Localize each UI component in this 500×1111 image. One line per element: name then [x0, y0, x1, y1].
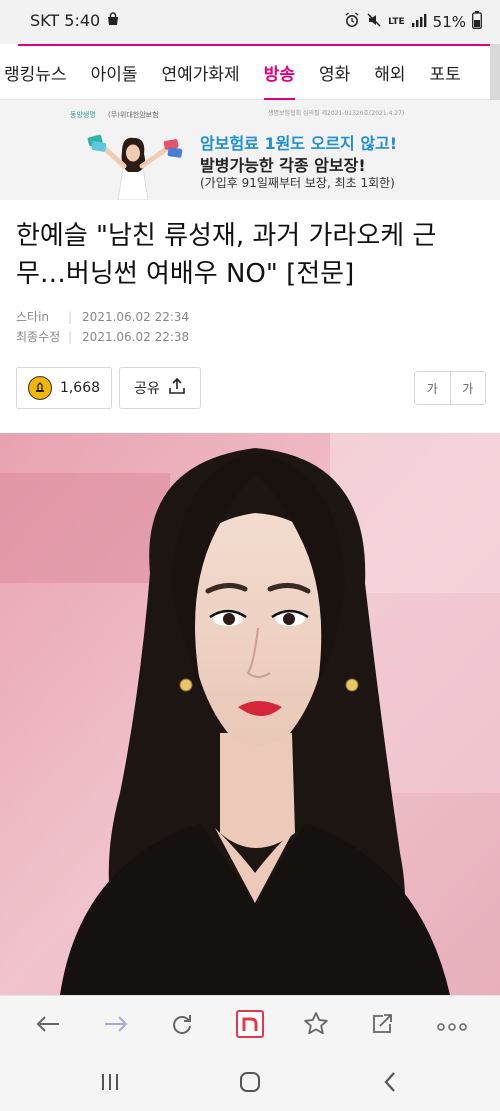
- back-button[interactable]: [30, 1008, 66, 1044]
- ad-woman-illustration: [78, 122, 188, 200]
- refresh-icon: [171, 1013, 193, 1039]
- meta-published-row: 스타in | 2021.06.02 22:34: [16, 307, 189, 327]
- like-reaction-icon: [27, 376, 52, 400]
- ad-product-name: (무)위대한암보험: [108, 111, 159, 119]
- status-bar: SKT 5:40 LTE 51%: [0, 0, 500, 44]
- article-photo[interactable]: [0, 433, 500, 995]
- tab-overseas[interactable]: 해외: [374, 60, 415, 85]
- share-label: 공유: [134, 381, 160, 397]
- meta-modified-row: 최종수정 | 2021.06.02 22:38: [16, 327, 189, 347]
- home-icon: [239, 1071, 261, 1097]
- article-source[interactable]: 스타in: [16, 307, 66, 327]
- status-right: LTE 51%: [344, 11, 482, 33]
- naver-home-button[interactable]: [232, 1008, 268, 1044]
- article-meta: 스타in | 2021.06.02 22:34 최종수정 | 2021.06.0…: [16, 307, 189, 347]
- bookmark-button[interactable]: [298, 1008, 334, 1044]
- meta-divider: |: [68, 310, 73, 324]
- browser-toolbar: [0, 995, 500, 1056]
- ad-headline-line2: 발병가능한 각종 암보장!: [200, 156, 366, 175]
- tab-broadcast[interactable]: 방송: [263, 60, 305, 101]
- recent-apps-button[interactable]: [90, 1066, 130, 1102]
- tab-entertainment-topics[interactable]: 연예가화제: [161, 60, 249, 85]
- like-button[interactable]: 1,668: [16, 367, 112, 409]
- system-nav-bar: [0, 1056, 500, 1111]
- more-menu-button[interactable]: [434, 1008, 470, 1044]
- tab-idol[interactable]: 아이돌: [91, 60, 148, 85]
- font-decrease-button[interactable]: 가: [415, 372, 450, 404]
- back-icon: [35, 1014, 61, 1038]
- ad-subtext: (가입후 91일째부터 보장, 최초 1회한): [200, 176, 395, 190]
- ad-banner[interactable]: 동양생명 (무)위대한암보험 생명보험협회 심의필 제2021-01320호(2…: [0, 100, 500, 200]
- battery-icon: [472, 11, 482, 33]
- forward-icon: [103, 1014, 129, 1038]
- font-increase-button[interactable]: 가: [449, 372, 486, 404]
- nav-scroll-edge: [490, 44, 500, 100]
- mute-icon: [366, 12, 382, 32]
- more-icon: [437, 1017, 467, 1036]
- refresh-button[interactable]: [164, 1008, 200, 1044]
- tab-ranking-news[interactable]: 랭킹뉴스: [4, 60, 77, 85]
- share-page-button[interactable]: [364, 1008, 400, 1044]
- like-count: 1,668: [59, 380, 101, 396]
- battery-percent: 51%: [432, 13, 466, 31]
- share-icon: [370, 1012, 394, 1040]
- category-nav: 랭킹뉴스 아이돌 연예가화제 방송 영화 해외 포토: [0, 44, 500, 101]
- recent-apps-icon: [100, 1073, 120, 1095]
- home-button[interactable]: [230, 1066, 270, 1102]
- article-headline: 한예슬 "남친 류성재, 과거 가라오케 근무…버닝썬 여배우 NO" [전문]: [16, 221, 437, 289]
- bookmark-star-icon: [303, 1011, 329, 1041]
- tab-photo[interactable]: 포토: [430, 60, 471, 85]
- tab-movie[interactable]: 영화: [319, 60, 360, 85]
- forward-button[interactable]: [98, 1008, 134, 1044]
- carrier-time: SKT 5:40: [30, 11, 101, 30]
- network-type: LTE: [388, 16, 405, 27]
- nav-top-accent-line: [18, 44, 500, 46]
- nav-tab-list: 랭킹뉴스 아이돌 연예가화제 방송 영화 해외 포토: [4, 60, 485, 101]
- chevron-left-icon: [383, 1071, 397, 1097]
- meta-divider: |: [68, 330, 73, 344]
- ad-legal-notice: 생명보험협회 심의필 제2021-01320호(2021.4.27): [268, 110, 405, 117]
- font-size-controls: 가 가: [414, 371, 486, 405]
- status-left: SKT 5:40: [30, 11, 120, 30]
- ad-headline-line1: 암보험료 1원도 오르지 않고!: [200, 134, 398, 153]
- shopping-bag-icon: [106, 11, 120, 30]
- system-back-button[interactable]: [370, 1066, 410, 1102]
- modified-label: 최종수정: [16, 330, 61, 344]
- share-button[interactable]: 공유: [119, 367, 201, 409]
- modified-datetime: 2021.06.02 22:38: [82, 330, 190, 344]
- published-datetime: 2021.06.02 22:34: [82, 310, 190, 324]
- ad-insurer-logo: 동양생명: [70, 111, 96, 119]
- naver-n-icon: [236, 1010, 264, 1042]
- alarm-icon: [344, 12, 360, 32]
- signal-icon: [411, 13, 427, 31]
- photo-illustration: [0, 433, 500, 995]
- share-upload-icon: [168, 377, 186, 399]
